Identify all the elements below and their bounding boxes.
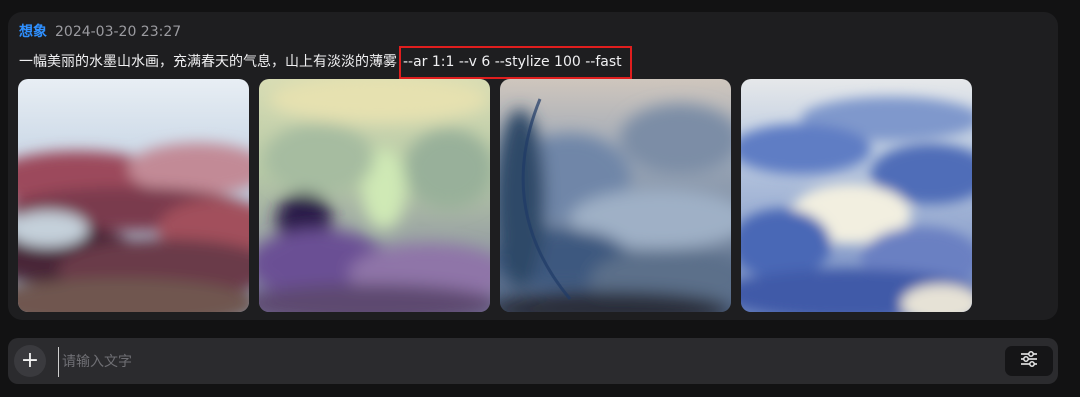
message-composer: + xyxy=(8,338,1058,384)
message-card: 想象 2024-03-20 23:27 一幅美丽的水墨山水画，充满春天的气息，山上… xyxy=(8,12,1058,320)
prompt-text: 一幅美丽的水墨山水画，充满春天的气息，山上有淡淡的薄雾 xyxy=(19,54,397,70)
image-grid xyxy=(18,79,972,312)
prompt-params-highlight: --ar 1:1 --v 6 --stylize 100 --fast xyxy=(399,46,632,79)
message-meta: 想象 2024-03-20 23:27 xyxy=(19,23,181,41)
generated-image-3[interactable] xyxy=(500,79,731,312)
generated-image-2[interactable] xyxy=(259,79,490,312)
plus-icon: + xyxy=(20,348,40,373)
prompt-line: 一幅美丽的水墨山水画，充满春天的气息，山上有淡淡的薄雾 --ar 1:1 --v … xyxy=(19,46,632,79)
settings-button[interactable] xyxy=(1005,346,1053,376)
generated-image-4[interactable] xyxy=(741,79,972,312)
add-attachment-button[interactable]: + xyxy=(14,345,46,377)
author-name: 想象 xyxy=(19,24,47,40)
sliders-icon xyxy=(1020,351,1038,371)
generated-image-1[interactable] xyxy=(18,79,249,312)
message-timestamp: 2024-03-20 23:27 xyxy=(55,24,182,40)
prompt-input[interactable] xyxy=(58,347,964,377)
